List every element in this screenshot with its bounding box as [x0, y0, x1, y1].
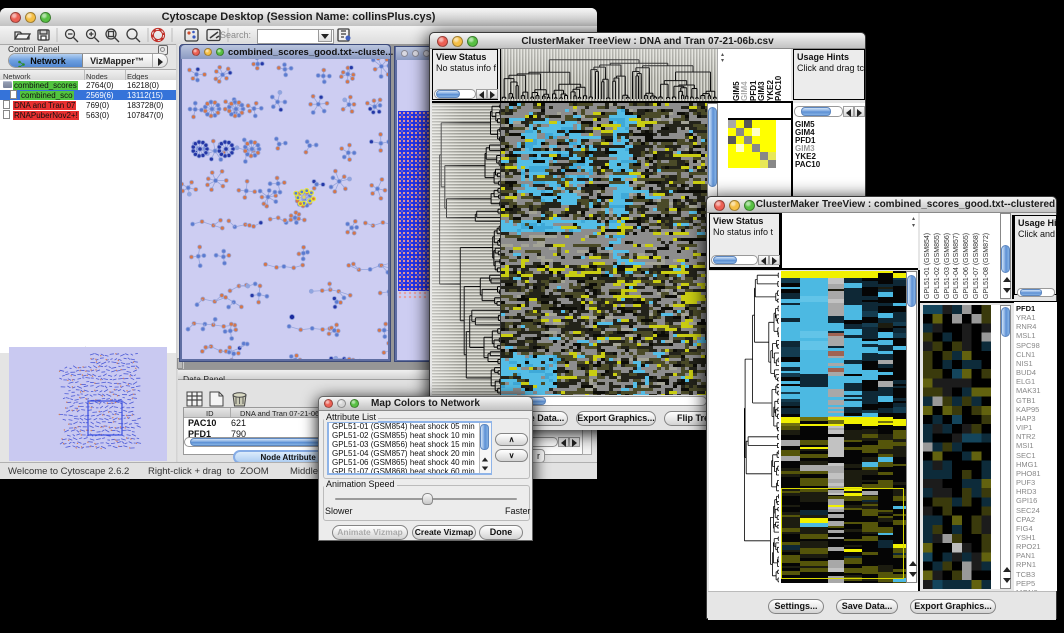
svg-text:Search:: Search: — [220, 30, 251, 40]
